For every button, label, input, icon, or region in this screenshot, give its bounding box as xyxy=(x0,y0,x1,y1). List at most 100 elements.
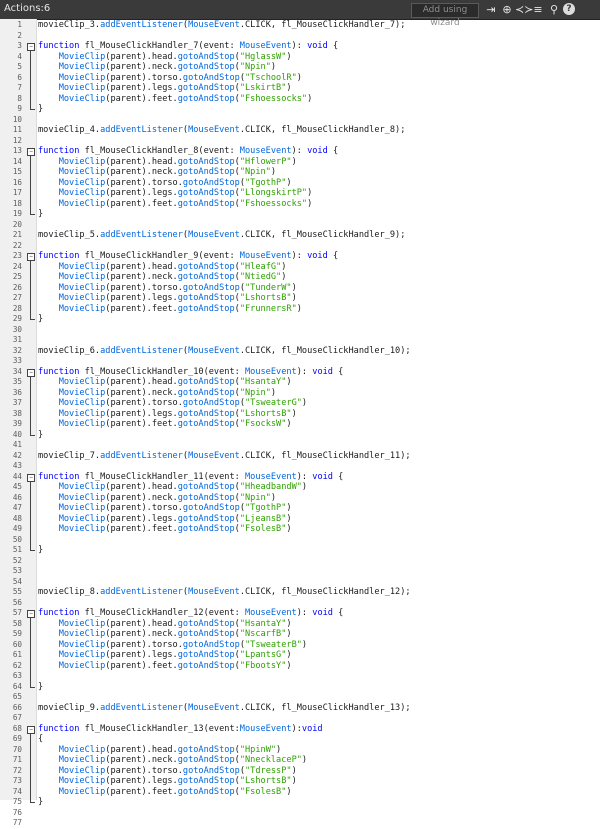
fold-toggle-icon[interactable]: − xyxy=(27,473,35,482)
fold-toggle-icon[interactable]: − xyxy=(27,43,35,51)
code-line[interactable]: 54 xyxy=(0,577,600,588)
add-using-wizard-button[interactable]: Add using wizard xyxy=(411,3,479,28)
code-line[interactable]: 4 MovieClip(parent).head.gotoAndStop("Hg… xyxy=(0,52,600,63)
code-line[interactable]: 28 MovieClip(parent).feet.gotoAndStop("F… xyxy=(0,304,600,315)
code-line[interactable]: 75} xyxy=(0,797,600,808)
insert-target-icon[interactable]: ⇥ xyxy=(484,2,498,17)
code-line[interactable]: 56 xyxy=(0,598,600,609)
code-line[interactable]: 15 MovieClip(parent).neck.gotoAndStop("N… xyxy=(0,167,600,178)
code-line[interactable]: 5 MovieClip(parent).neck.gotoAndStop("Np… xyxy=(0,62,600,73)
format-icon[interactable]: ≡ xyxy=(531,2,545,17)
code-line[interactable]: 62 MovieClip(parent).feet.gotoAndStop("F… xyxy=(0,661,600,672)
code-line[interactable]: 46 MovieClip(parent).neck.gotoAndStop("N… xyxy=(0,493,600,504)
code-line[interactable]: 38 MovieClip(parent).legs.gotoAndStop("L… xyxy=(0,409,600,420)
code-line[interactable]: 14 MovieClip(parent).head.gotoAndStop("H… xyxy=(0,157,600,168)
code-editor[interactable]: 1 movieClip_3.addEventListener(MouseEvent… xyxy=(0,19,600,827)
code-line[interactable]: 36 MovieClip(parent).neck.gotoAndStop("N… xyxy=(0,388,600,399)
code-line[interactable]: 24 MovieClip(parent).head.gotoAndStop("H… xyxy=(0,262,600,273)
fold-toggle-icon[interactable]: − xyxy=(27,610,35,618)
code-line[interactable]: 49 MovieClip(parent).feet.gotoAndStop("F… xyxy=(0,524,600,535)
code-line[interactable]: 33 xyxy=(0,356,600,367)
code-line[interactable]: 45 MovieClip(parent).head.gotoAndStop("H… xyxy=(0,482,600,493)
code-line[interactable]: 18 MovieClip(parent).feet.gotoAndStop("F… xyxy=(0,199,600,210)
code-text: MovieClip(parent).legs.gotoAndStop("Lpan… xyxy=(58,650,292,660)
code-line[interactable]: 67 xyxy=(0,713,600,724)
find-icon[interactable]: ⚲ xyxy=(547,2,561,17)
code-line[interactable]: 32 movieClip_6.addEventListener(MouseEven… xyxy=(0,346,600,357)
code-line[interactable]: 35 MovieClip(parent).head.gotoAndStop("H… xyxy=(0,377,600,388)
code-line[interactable]: 23 function fl_MouseClickHandler_9(event:… xyxy=(0,251,600,262)
code-line[interactable]: 3 function fl_MouseClickHandler_7(event: … xyxy=(0,41,600,52)
code-line[interactable]: 8 MovieClip(parent).feet.gotoAndStop("Fs… xyxy=(0,94,600,105)
code-line[interactable]: 2 xyxy=(0,31,600,42)
code-line[interactable]: 48 MovieClip(parent).legs.gotoAndStop("L… xyxy=(0,514,600,525)
code-line[interactable]: 10 xyxy=(0,115,600,126)
line-number: 61 xyxy=(12,650,22,659)
code-line[interactable]: 27 MovieClip(parent).legs.gotoAndStop("L… xyxy=(0,293,600,304)
code-line[interactable]: 77 xyxy=(0,818,600,829)
code-line[interactable]: 34 function fl_MouseClickHandler_10(event… xyxy=(0,367,600,378)
code-line[interactable]: 55 movieClip_8.addEventListener(MouseEven… xyxy=(0,587,600,598)
code-line[interactable]: 72 MovieClip(parent).torso.gotoAndStop("… xyxy=(0,766,600,777)
line-number: 31 xyxy=(12,335,22,344)
fold-toggle-icon[interactable]: − xyxy=(27,148,35,156)
code-line[interactable]: 16 MovieClip(parent).torso.gotoAndStop("… xyxy=(0,178,600,189)
code-line[interactable]: 30 xyxy=(0,325,600,336)
fold-toggle-icon[interactable]: − xyxy=(27,725,35,734)
code-line[interactable]: 9} xyxy=(0,104,600,115)
code-line[interactable]: 31 xyxy=(0,335,600,346)
code-text: } xyxy=(38,797,44,807)
code-line[interactable]: 25 MovieClip(parent).neck.gotoAndStop("N… xyxy=(0,272,600,283)
code-line[interactable]: 17 MovieClip(parent).legs.gotoAndStop("L… xyxy=(0,188,600,199)
code-line[interactable]: 50 xyxy=(0,535,600,546)
fold-toggle-icon[interactable]: − xyxy=(27,368,35,377)
code-line[interactable]: 63 xyxy=(0,671,600,682)
code-line[interactable]: 61 MovieClip(parent).legs.gotoAndStop("L… xyxy=(0,650,600,661)
code-text: } xyxy=(38,209,44,219)
code-line[interactable]: 76 xyxy=(0,808,600,819)
code-text: MovieClip(parent).legs.gotoAndStop("Llon… xyxy=(58,188,313,198)
code-line[interactable]: 12 xyxy=(0,136,600,147)
code-line[interactable]: 53 xyxy=(0,566,600,577)
code-line[interactable]: 43 xyxy=(0,461,600,472)
code-line[interactable]: 13 function fl_MouseClickHandler_8(event:… xyxy=(0,146,600,157)
code-line[interactable]: 37 MovieClip(parent).torso.gotoAndStop("… xyxy=(0,398,600,409)
code-line[interactable]: 26 MovieClip(parent).torso.gotoAndStop("… xyxy=(0,283,600,294)
code-line[interactable]: 39 MovieClip(parent).feet.gotoAndStop("F… xyxy=(0,419,600,430)
code-line[interactable]: 57 function fl_MouseClickHandler_12(event… xyxy=(0,608,600,619)
code-line[interactable]: 51} xyxy=(0,545,600,556)
code-line[interactable]: 64} xyxy=(0,682,600,693)
code-line[interactable]: 21 movieClip_5.addEventListener(MouseEven… xyxy=(0,230,600,241)
code-line[interactable]: 69 { xyxy=(0,734,600,745)
code-line[interactable]: 41 xyxy=(0,440,600,451)
code-line[interactable]: 68 function fl_MouseClickHandler_13(event… xyxy=(0,724,600,735)
help-icon[interactable]: ? xyxy=(563,3,575,15)
code-line[interactable]: 40} xyxy=(0,430,600,441)
code-line[interactable]: 44 function fl_MouseClickHandler_11(event… xyxy=(0,472,600,483)
code-line[interactable]: 60 MovieClip(parent).torso.gotoAndStop("… xyxy=(0,640,600,651)
code-line[interactable]: 29} xyxy=(0,314,600,325)
code-line[interactable]: 58 MovieClip(parent).head.gotoAndStop("H… xyxy=(0,619,600,630)
code-line[interactable]: 66 movieClip_9.addEventListener(MouseEven… xyxy=(0,703,600,714)
code-text: function fl_MouseClickHandler_9(event: M… xyxy=(38,251,339,261)
code-line[interactable]: 20 xyxy=(0,220,600,231)
code-snippets-icon[interactable]: ≺≻ xyxy=(515,2,533,17)
line-number: 16 xyxy=(12,177,22,187)
code-line[interactable]: 59 MovieClip(parent).neck.gotoAndStop("N… xyxy=(0,629,600,640)
target-icon[interactable]: ⊕ xyxy=(500,2,514,17)
code-line[interactable]: 7 MovieClip(parent).legs.gotoAndStop("Ls… xyxy=(0,83,600,94)
code-line[interactable]: 70 MovieClip(parent).head.gotoAndStop("H… xyxy=(0,745,600,756)
code-line[interactable]: 52 xyxy=(0,556,600,567)
code-line[interactable]: 11 movieClip_4.addEventListener(MouseEven… xyxy=(0,125,600,136)
code-line[interactable]: 71 MovieClip(parent).neck.gotoAndStop("N… xyxy=(0,755,600,766)
code-line[interactable]: 19} xyxy=(0,209,600,220)
code-line[interactable]: 6 MovieClip(parent).torso.gotoAndStop("T… xyxy=(0,73,600,84)
code-line[interactable]: 73 MovieClip(parent).legs.gotoAndStop("L… xyxy=(0,776,600,787)
code-line[interactable]: 1 movieClip_3.addEventListener(MouseEvent… xyxy=(0,20,600,31)
code-line[interactable]: 65 xyxy=(0,692,600,703)
code-line[interactable]: 74 MovieClip(parent).feet.gotoAndStop("F… xyxy=(0,787,600,798)
code-line[interactable]: 42 movieClip_7.addEventListener(MouseEven… xyxy=(0,451,600,462)
code-line[interactable]: 22 xyxy=(0,241,600,252)
code-line[interactable]: 47 MovieClip(parent).torso.gotoAndStop("… xyxy=(0,503,600,514)
fold-toggle-icon[interactable]: − xyxy=(27,253,35,261)
